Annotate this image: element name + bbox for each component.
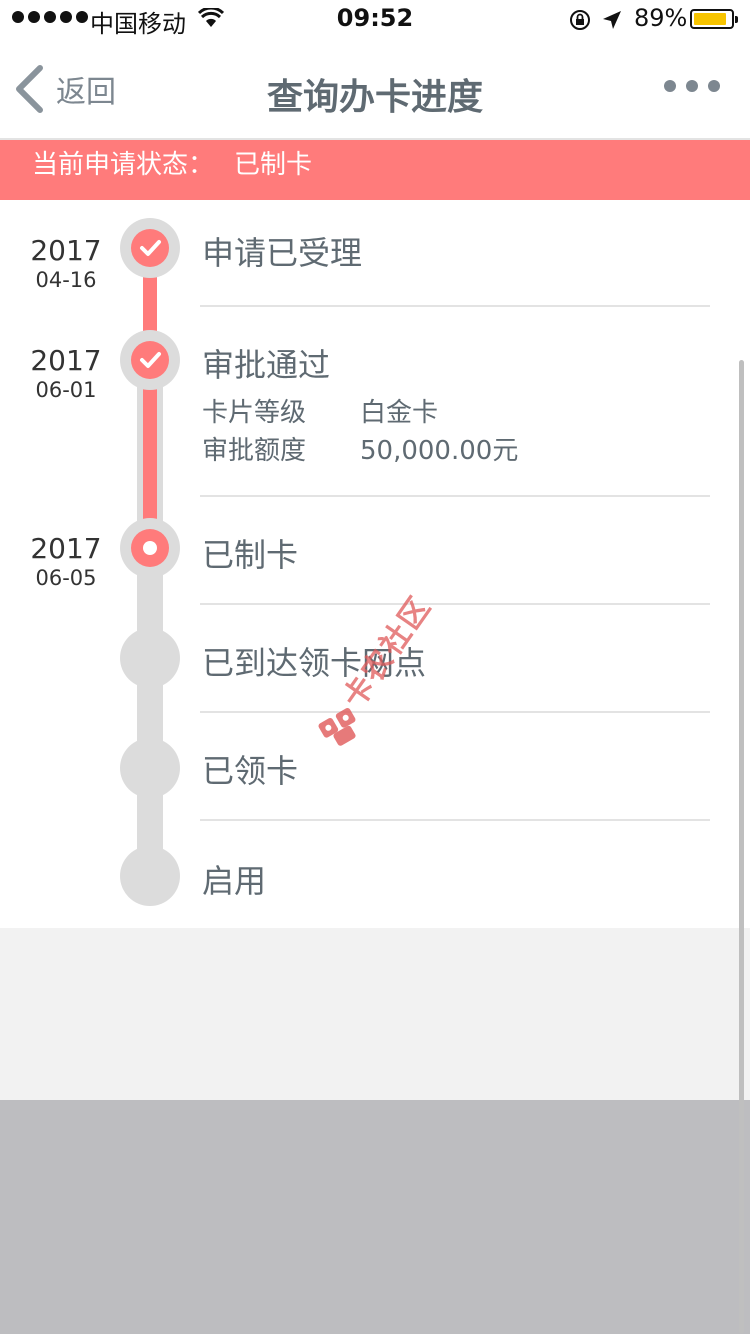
step-current-marker (120, 518, 180, 578)
rotation-lock-icon (568, 8, 592, 36)
divider (200, 711, 710, 713)
watermark-logo-icon (318, 707, 356, 746)
step-done-marker (120, 218, 180, 278)
scrollbar[interactable] (739, 360, 744, 1334)
step-title: 启用 (202, 862, 267, 900)
step-year: 2017 (30, 234, 102, 267)
divider (200, 495, 710, 497)
checkmark-icon (140, 240, 161, 256)
page-title: 查询办卡进度 (266, 77, 483, 118)
step-pending-marker (120, 628, 180, 688)
status-bar: 中国移动 09:52 89% (0, 0, 750, 40)
step-title: 已领卡 (202, 752, 299, 790)
step-year: 2017 (30, 532, 102, 565)
detail-label: 卡片等级 (202, 398, 307, 428)
checkmark-icon (140, 352, 161, 368)
divider (200, 305, 710, 307)
step-date: 04-16 (35, 268, 97, 292)
dim-overlay (0, 1100, 750, 1334)
step-title: 审批通过 (202, 346, 331, 384)
nav-bar: 返回 查询办卡进度 (0, 40, 750, 140)
step-date: 06-01 (35, 378, 97, 402)
step-pending-marker (120, 846, 180, 906)
step-date: 06-05 (35, 566, 97, 590)
divider (200, 819, 710, 821)
step-done-marker (120, 330, 180, 390)
empty-area (0, 928, 750, 1100)
detail-label: 审批额度 (202, 436, 307, 466)
detail-value: 白金卡 (360, 398, 439, 428)
step-title: 申请已受理 (202, 234, 363, 272)
detail-value: 50,000.00元 (360, 436, 519, 466)
step-year: 2017 (30, 344, 102, 377)
more-dots-icon[interactable] (664, 80, 720, 92)
battery-percent: 89% (634, 4, 688, 32)
application-status-banner: 当前申请状态： 已制卡 (0, 140, 750, 200)
battery-icon (690, 9, 738, 29)
step-title: 已制卡 (202, 536, 299, 574)
status-label: 当前申请状态： (32, 150, 215, 180)
timeline-progress (143, 246, 157, 550)
step-pending-marker (120, 738, 180, 798)
divider (200, 603, 710, 605)
location-arrow-icon (600, 8, 624, 36)
status-value: 已制卡 (234, 150, 313, 180)
